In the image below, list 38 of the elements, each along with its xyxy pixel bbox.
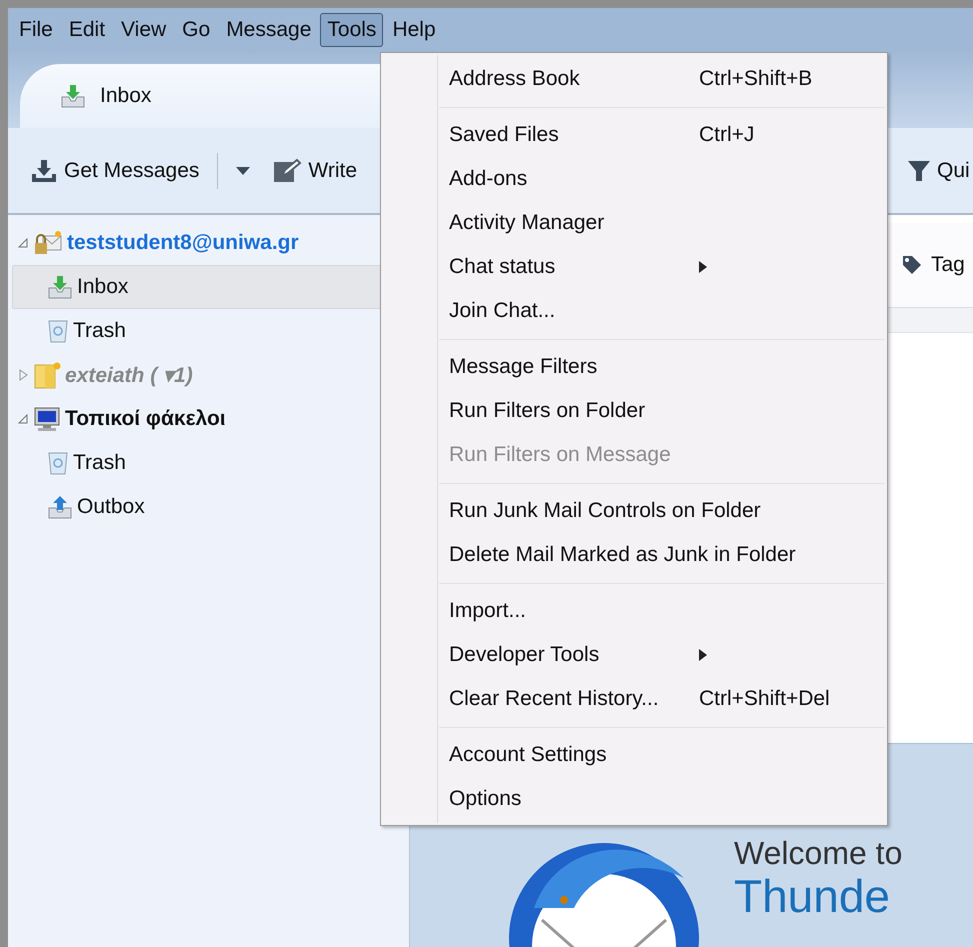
folder-icon	[33, 361, 61, 389]
menu-bar-item[interactable]: Tools	[320, 13, 384, 47]
menu-item[interactable]: Import...	[381, 589, 887, 633]
pencil-icon	[272, 158, 302, 184]
menu-bar-item[interactable]: Help	[385, 13, 443, 47]
tag-icon	[901, 254, 923, 276]
submenu-arrow-icon	[699, 649, 707, 661]
shortcut-label: Ctrl+Shift+B	[699, 67, 812, 91]
menu-bar-item[interactable]: View	[114, 13, 174, 47]
menu-bar-item[interactable]: File	[12, 13, 60, 47]
menu-bar-item[interactable]: Message	[219, 13, 318, 47]
menu-item[interactable]: Clear Recent History... Ctrl+Shift+Del	[381, 677, 887, 721]
trash-icon	[47, 318, 69, 344]
caret-icon	[236, 166, 250, 174]
funnel-icon	[907, 158, 931, 182]
menu-bar-item[interactable]: Edit	[62, 13, 112, 47]
tag-button[interactable]: Tag	[901, 253, 973, 277]
mail-account-icon	[33, 230, 63, 256]
quick-filter-button[interactable]: Qui	[903, 154, 973, 186]
outbox-icon	[47, 494, 73, 520]
shortcut-label: Ctrl+J	[699, 123, 754, 147]
inbox-icon	[47, 274, 73, 300]
computer-icon	[33, 406, 61, 432]
menu-item[interactable]: Options	[381, 777, 887, 821]
welcome-title: Thunde	[734, 871, 892, 922]
menu-item[interactable]: Account Settings	[381, 733, 887, 777]
menu-item[interactable]: Add-ons	[381, 157, 887, 201]
submenu-arrow-icon	[699, 261, 707, 273]
write-button[interactable]: Write	[268, 154, 362, 188]
welcome-heading: Welcome to	[734, 836, 902, 872]
get-messages-button[interactable]: Get Messages	[26, 154, 204, 188]
download-icon	[30, 158, 58, 184]
menu-item[interactable]: Developer Tools	[381, 633, 887, 677]
shortcut-label: Ctrl+Shift+Del	[699, 687, 830, 711]
inbox-icon	[60, 83, 86, 109]
menu-bar-item[interactable]: Go	[175, 13, 218, 47]
trash-icon	[47, 450, 69, 476]
menu-item[interactable]: Delete Mail Marked as Junk in Folder	[381, 533, 887, 577]
